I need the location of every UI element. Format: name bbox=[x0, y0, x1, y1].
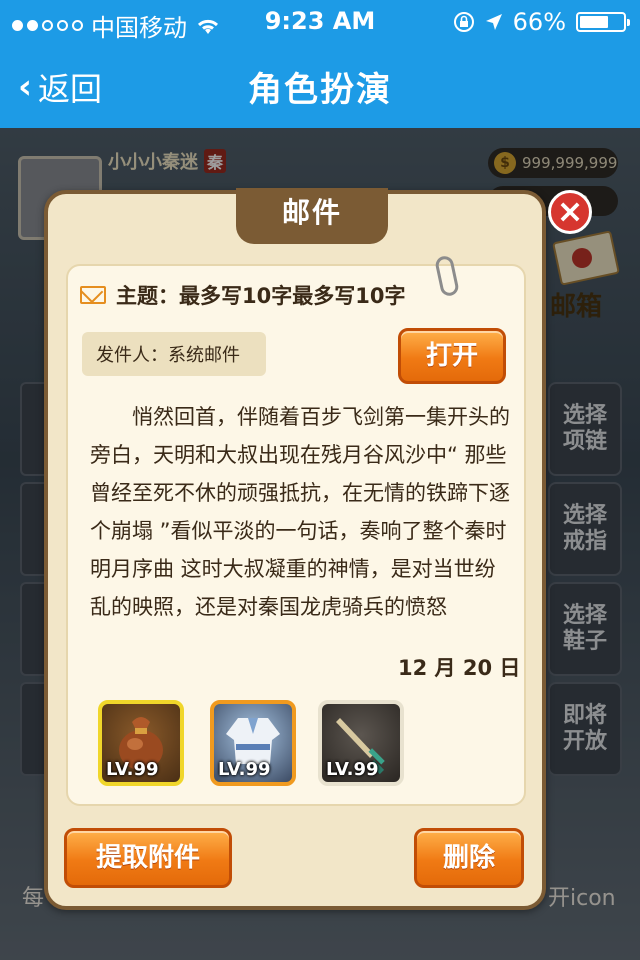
item-level: LV.99 bbox=[106, 759, 159, 780]
open-button[interactable]: 打开 bbox=[398, 328, 506, 384]
page-title: 角色扮演 bbox=[248, 70, 392, 110]
subject-text: 最多写10字最多写10字 bbox=[179, 284, 406, 308]
battery-percent: 66% bbox=[512, 8, 566, 36]
location-icon bbox=[485, 14, 502, 30]
attachment-item[interactable]: LV.99 bbox=[318, 700, 404, 786]
dialog-title: 邮件 bbox=[236, 188, 388, 244]
mail-body-text: 悄然回首，伴随着百步飞剑第一集开头的旁白，天明和大叔出现在残月谷风沙中“ 那些曾… bbox=[90, 405, 510, 619]
attachment-item[interactable]: LV.99 bbox=[210, 700, 296, 786]
mail-icon bbox=[80, 286, 106, 304]
extract-attachments-button[interactable]: 提取附件 bbox=[64, 828, 232, 888]
nav-bar: ‹ 返回 角色扮演 bbox=[0, 40, 640, 128]
mail-body: 悄然回首，伴随着百步飞剑第一集开头的旁白，天明和大叔出现在残月谷风沙中“ 那些曾… bbox=[90, 398, 510, 626]
mail-date: 12 月 20 日 bbox=[398, 656, 521, 680]
mail-subject: 主题： 最多写10字最多写10字 bbox=[80, 280, 405, 310]
close-icon: × bbox=[556, 192, 584, 230]
battery-fill bbox=[580, 16, 608, 28]
sender-label: 发件人：系统邮件 bbox=[82, 332, 266, 376]
status-right: 66% bbox=[453, 8, 630, 36]
battery-icon bbox=[576, 12, 630, 32]
item-level: LV.99 bbox=[326, 759, 379, 780]
subject-label: 主题： bbox=[116, 284, 179, 308]
rotation-lock-icon bbox=[453, 12, 474, 32]
item-level: LV.99 bbox=[218, 759, 271, 780]
status-bar: 中国移动 9:23 AM 66% bbox=[0, 0, 640, 42]
delete-button[interactable]: 删除 bbox=[414, 828, 524, 888]
attachment-item[interactable]: LV.99 bbox=[98, 700, 184, 786]
close-button[interactable]: × bbox=[548, 190, 592, 234]
